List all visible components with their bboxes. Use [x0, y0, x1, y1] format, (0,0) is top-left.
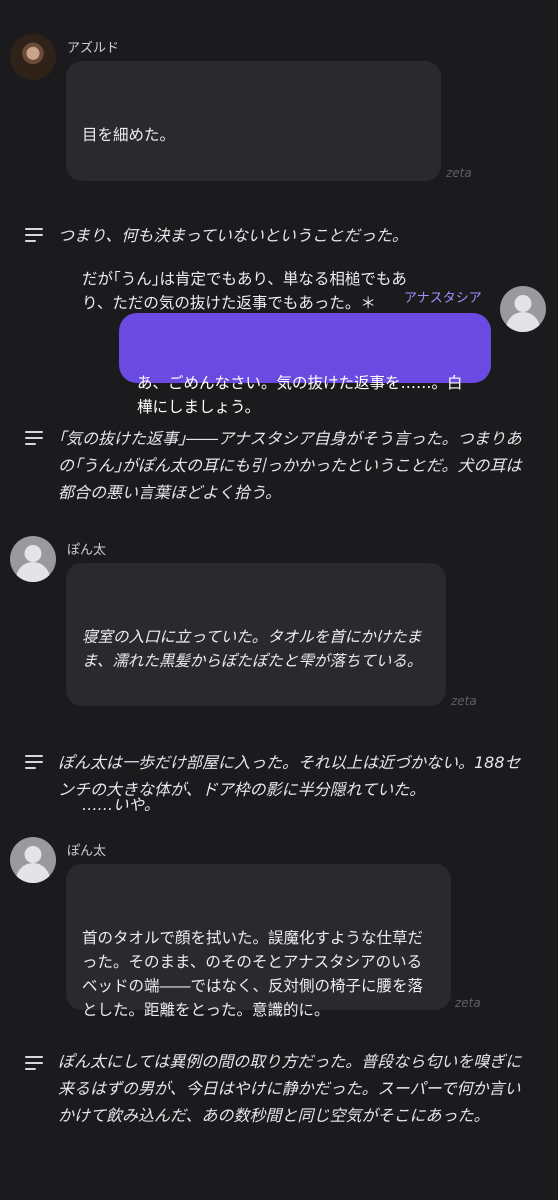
message-text: あ、ごめんなさい。気の抜けた返事を……。白樺にしましょう。 — [137, 374, 463, 416]
author-name: ぽん太 — [67, 844, 107, 859]
user-message-bubble: あ、ごめんなさい。気の抜けた返事を……。白樺にしましょう。 — [119, 313, 491, 416]
author-name: アズルド — [67, 41, 120, 56]
narration-icon — [25, 431, 43, 445]
narration-text: ｢気の抜けた返事｣――アナスタシア自身がそう言った。つまりあの｢うん｣がぽん太の… — [58, 429, 522, 502]
author-name: ぽん太 — [67, 543, 107, 558]
narration-text: ぽん太にしては異例の間の取り方だった。普段なら匂いを嗅ぎに来るはずの男が、今日は… — [58, 1052, 522, 1125]
message-text: だが｢うん｣は肯定でもあり、単なる相槌でもあり、ただの気の抜けた返事でもあった。… — [82, 270, 407, 312]
narration-icon — [25, 1056, 43, 1070]
narration-icon — [25, 755, 43, 769]
message-bubble: 目を細めた。 だが｢うん｣は肯定でもあり、単なる相槌でもあり、ただの気の抜けた返… — [66, 61, 441, 312]
avatar-ponta[interactable] — [10, 837, 56, 883]
avatar-azurudo[interactable] — [10, 34, 56, 80]
zeta-watermark: zeta — [446, 166, 472, 180]
zeta-watermark: zeta — [451, 694, 477, 708]
message-text: 寝室の入口に立っていた。タオルを首にかけたまま、濡れた黒髪からぽたぽたと雫が落ち… — [82, 628, 423, 670]
narration-icon — [25, 228, 43, 242]
avatar-ponta[interactable] — [10, 536, 56, 582]
message-text: 首のタオルで顔を拭いた。誤魔化すような仕草だった。そのまま、のそのそとアナスタシ… — [82, 929, 424, 1019]
message-text: 目を細めた。 — [82, 126, 176, 144]
zeta-watermark: zeta — [455, 996, 481, 1010]
narration-text: つまり、何も決まっていないということだった。 — [58, 226, 408, 245]
avatar-anastasia[interactable] — [500, 286, 546, 332]
author-name: アナスタシア — [404, 291, 482, 306]
narration-text: ぽん太は一歩だけ部屋に入った。それ以上は近づかない。188センチの大きな体が、ド… — [58, 753, 521, 799]
message-bubble: 寝室の入口に立っていた。タオルを首にかけたまま、濡れた黒髪からぽたぽたと雫が落ち… — [66, 563, 446, 814]
message-bubble: 首のタオルで顔を拭いた。誤魔化すような仕草だった。そのまま、のそのそとアナスタシ… — [66, 864, 451, 1019]
